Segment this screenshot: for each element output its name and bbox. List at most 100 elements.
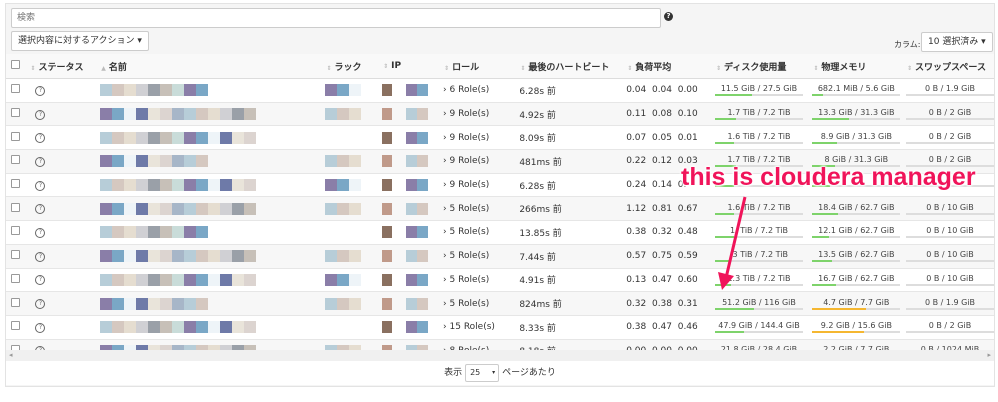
host-row[interactable]: ? › 5 Role(s) 7.44s 前 0.57 0.75 0.59 .3 … xyxy=(6,244,994,269)
header-disk[interactable]: ⇕ ディスク使用量 xyxy=(714,54,813,79)
header-heartbeat[interactable]: ⇕ 最後のハートビート xyxy=(519,54,627,79)
host-name-redacted[interactable] xyxy=(100,102,326,127)
row-checkbox[interactable] xyxy=(11,273,20,283)
swap-usage-bar: 0 B / 10 GiB xyxy=(906,250,994,263)
roles-link[interactable]: › 9 Role(s) xyxy=(443,125,520,151)
search-input[interactable] xyxy=(12,9,660,27)
redacted-pixel xyxy=(196,297,209,310)
disk-usage-bar: 1.3 TiB / 7.2 TiB xyxy=(714,274,803,286)
redacted-pixel xyxy=(172,179,185,192)
swap-usage-bar: 0 B / 2 GiB xyxy=(906,108,994,121)
redacted-pixel xyxy=(136,202,149,215)
redacted-pixel xyxy=(184,179,197,192)
roles-link[interactable]: › 5 Role(s) xyxy=(443,291,520,316)
per-page-select[interactable]: 25 ▾ xyxy=(465,363,500,382)
row-checkbox[interactable] xyxy=(11,155,20,165)
host-row[interactable]: ? › 5 Role(s) 266ms 前 1.12 0.81 0.67 1.6… xyxy=(6,196,994,222)
header-role[interactable]: ⇕ ロール xyxy=(443,54,520,79)
redacted-pixel xyxy=(136,155,149,168)
columns-select-button[interactable]: 10 選択済み ▾ xyxy=(921,32,993,52)
host-name-redacted[interactable] xyxy=(100,78,326,103)
host-row[interactable]: ? › 9 Role(s) 8.09s 前 0.07 0.05 0.01 1.6… xyxy=(6,125,994,151)
row-checkbox[interactable] xyxy=(11,108,20,118)
host-name-redacted[interactable] xyxy=(100,220,326,245)
roles-link[interactable]: › 15 Role(s) xyxy=(443,315,520,340)
roles-link[interactable]: › 9 Role(s) xyxy=(443,149,520,174)
redacted-pixel xyxy=(124,131,137,144)
row-checkbox[interactable] xyxy=(11,179,20,189)
host-row[interactable]: ? › 5 Role(s) 13.85s 前 0.38 0.32 0.48 1.… xyxy=(6,220,994,245)
redacted-pixel xyxy=(406,273,418,286)
swap-usage-bar: 0 B / 10 GiB xyxy=(906,203,994,215)
row-checkbox[interactable] xyxy=(11,321,20,331)
host-row[interactable]: ? › 9 Role(s) 4.92s 前 0.11 0.08 0.10 1.7… xyxy=(6,102,994,127)
roles-link[interactable]: › 5 Role(s) xyxy=(443,220,520,245)
redacted-pixel xyxy=(349,84,362,97)
header-memory[interactable]: ⇕ 物理メモリ xyxy=(812,54,906,79)
host-row[interactable]: ? › 6 Role(s) 6.28s 前 0.04 0.04 0.00 11.… xyxy=(6,78,994,103)
roles-link[interactable]: › 5 Role(s) xyxy=(443,196,520,222)
last-heartbeat: 13.85s 前 xyxy=(519,220,627,245)
header-load[interactable]: ⇕ 負荷平均 xyxy=(626,54,715,79)
row-checkbox[interactable] xyxy=(11,84,20,94)
redacted-pixel xyxy=(124,250,137,263)
redacted-pixel xyxy=(160,84,173,97)
redacted-pixel xyxy=(136,250,149,263)
memory-usage-bar: 9.2 GiB / 15.6 GiB xyxy=(812,321,901,334)
host-name-redacted[interactable] xyxy=(100,149,326,174)
row-checkbox[interactable] xyxy=(11,202,20,212)
hosts-panel: ? 選択内容に対するアクション ▾ カラム: 10 選択済み ▾ ⇕ステータス … xyxy=(5,3,995,387)
header-ip[interactable]: ⇕ IP xyxy=(382,54,444,79)
redacted-pixel xyxy=(349,202,362,215)
header-name[interactable]: ▲ 名前 xyxy=(100,54,326,79)
header-status[interactable]: ⇕ ステータス xyxy=(29,54,101,79)
selection-actions-button[interactable]: 選択内容に対するアクション ▾ xyxy=(11,31,149,51)
host-name-redacted[interactable] xyxy=(100,268,326,293)
memory-usage-bar: 4.7 GiB / 7.7 GiB xyxy=(812,298,901,310)
roles-link[interactable]: › 6 Role(s) xyxy=(443,78,520,103)
help-icon[interactable]: ? xyxy=(664,12,673,21)
roles-link[interactable]: › 5 Role(s) xyxy=(443,244,520,269)
row-checkbox[interactable] xyxy=(11,297,20,307)
redacted-pixel xyxy=(417,179,429,192)
load-average: 1.12 0.81 0.67 xyxy=(626,196,715,222)
host-name-redacted[interactable] xyxy=(100,244,326,269)
header-swap[interactable]: ⇕ スワップスペース xyxy=(906,54,994,79)
horizontal-scrollbar[interactable]: ◂ ▸ xyxy=(6,350,994,361)
redacted-pixel xyxy=(417,226,429,239)
header-rack[interactable]: ⇕ ラック xyxy=(325,54,383,79)
redacted-pixel xyxy=(184,131,197,144)
host-row[interactable]: ? › 15 Role(s) 8.33s 前 0.38 0.47 0.46 47… xyxy=(6,315,994,340)
redacted-pixel xyxy=(232,131,245,144)
scroll-left-icon[interactable]: ◂ xyxy=(9,351,13,359)
redacted-pixel xyxy=(136,297,149,310)
redacted-pixel xyxy=(112,131,125,144)
roles-link[interactable]: › 5 Role(s) xyxy=(443,268,520,293)
redacted-pixel xyxy=(349,179,362,192)
redacted-pixel xyxy=(220,273,233,286)
host-row[interactable]: ? › 5 Role(s) 824ms 前 0.32 0.38 0.31 51.… xyxy=(6,291,994,316)
redacted-pixel xyxy=(220,179,233,192)
redacted-pixel xyxy=(196,155,209,168)
row-checkbox[interactable] xyxy=(11,226,20,236)
host-name-redacted[interactable] xyxy=(100,196,326,222)
search-field[interactable] xyxy=(11,8,661,28)
host-name-redacted[interactable] xyxy=(100,125,326,151)
redacted-pixel xyxy=(417,250,429,263)
host-name-redacted[interactable] xyxy=(100,173,326,198)
redacted-pixel xyxy=(136,321,149,334)
roles-link[interactable]: › 9 Role(s) xyxy=(443,173,520,198)
redacted-pixel xyxy=(417,84,429,97)
host-name-redacted[interactable] xyxy=(100,291,326,316)
roles-link[interactable]: › 9 Role(s) xyxy=(443,102,520,127)
select-all-checkbox[interactable] xyxy=(11,60,20,69)
host-name-redacted[interactable] xyxy=(100,315,326,340)
host-row[interactable]: ? › 5 Role(s) 4.91s 前 0.13 0.47 0.60 1.3… xyxy=(6,268,994,293)
redacted-pixel xyxy=(160,108,173,121)
row-checkbox[interactable] xyxy=(11,250,20,260)
row-checkbox[interactable] xyxy=(11,131,20,141)
redacted-pixel xyxy=(325,84,338,97)
scroll-right-icon[interactable]: ▸ xyxy=(987,351,991,359)
rack-redacted xyxy=(325,315,383,340)
status-unknown-icon: ? xyxy=(35,156,46,167)
